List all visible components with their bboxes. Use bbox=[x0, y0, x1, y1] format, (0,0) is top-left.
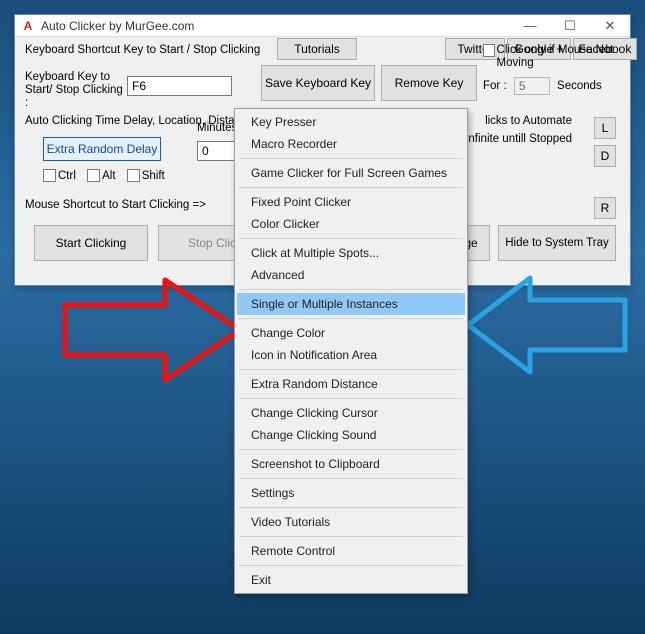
menu-separator bbox=[239, 507, 463, 508]
hide-to-tray-button[interactable]: Hide to System Tray bbox=[498, 225, 616, 261]
menu-separator bbox=[239, 238, 463, 239]
menu-item-video-tutorials[interactable]: Video Tutorials bbox=[237, 511, 465, 533]
for-label: For : bbox=[483, 80, 507, 92]
alt-label: Alt bbox=[102, 170, 115, 182]
red-arrow-annotation bbox=[55, 270, 245, 390]
menu-separator bbox=[239, 289, 463, 290]
app-icon: A bbox=[21, 19, 35, 33]
context-menu[interactable]: Key PresserMacro Recorder Game Clicker fo… bbox=[234, 108, 468, 594]
maximize-button[interactable]: ☐ bbox=[550, 15, 590, 36]
menu-item-single-or-multiple-instances[interactable]: Single or Multiple Instances bbox=[237, 293, 465, 315]
ctrl-label: Ctrl bbox=[58, 170, 76, 182]
menu-item-key-presser[interactable]: Key Presser bbox=[237, 111, 465, 133]
shortcut-key-input[interactable] bbox=[127, 76, 232, 96]
menu-item-fixed-point-clicker[interactable]: Fixed Point Clicker bbox=[237, 191, 465, 213]
titlebar: A Auto Clicker by MurGee.com — ☐ ✕ bbox=[15, 15, 630, 37]
menu-separator bbox=[239, 187, 463, 188]
window-controls: — ☐ ✕ bbox=[510, 15, 630, 36]
shift-checkbox[interactable] bbox=[127, 169, 140, 182]
menu-item-extra-random-distance[interactable]: Extra Random Distance bbox=[237, 373, 465, 395]
menu-separator bbox=[239, 398, 463, 399]
click-only-checkbox[interactable] bbox=[483, 44, 495, 57]
menu-separator bbox=[239, 158, 463, 159]
menu-item-remote-control[interactable]: Remote Control bbox=[237, 540, 465, 562]
shortcut-label: Keyboard Shortcut Key to Start / Stop Cl… bbox=[25, 44, 260, 56]
menu-item-exit[interactable]: Exit bbox=[237, 569, 465, 591]
menu-separator bbox=[239, 536, 463, 537]
r-button[interactable]: R bbox=[594, 197, 616, 219]
remove-key-button[interactable]: Remove Key bbox=[381, 65, 477, 101]
minimize-button[interactable]: — bbox=[510, 15, 550, 36]
alt-checkbox[interactable] bbox=[87, 169, 100, 182]
menu-item-change-clicking-sound[interactable]: Change Clicking Sound bbox=[237, 424, 465, 446]
menu-item-game-clicker-for-full-screen-games[interactable]: Game Clicker for Full Screen Games bbox=[237, 162, 465, 184]
start-clicking-button[interactable]: Start Clicking bbox=[34, 225, 148, 261]
minutes-label: Minutes bbox=[197, 122, 237, 134]
menu-item-screenshot-to-clipboard[interactable]: Screenshot to Clipboard bbox=[237, 453, 465, 475]
close-button[interactable]: ✕ bbox=[590, 15, 630, 36]
blue-arrow-annotation bbox=[460, 270, 630, 380]
shortcut-key-label: Keyboard Key to Start/ Stop Clicking : bbox=[25, 71, 125, 110]
menu-separator bbox=[239, 369, 463, 370]
modifier-row: Ctrl Alt Shift bbox=[43, 169, 173, 182]
tutorials-button[interactable]: Tutorials bbox=[277, 38, 357, 60]
clicks-automate-label: licks to Automate bbox=[485, 115, 572, 127]
menu-item-advanced[interactable]: Advanced bbox=[237, 264, 465, 286]
menu-item-click-at-multiple-spots[interactable]: Click at Multiple Spots... bbox=[237, 242, 465, 264]
menu-item-settings[interactable]: Settings bbox=[237, 482, 465, 504]
for-seconds-input[interactable] bbox=[514, 77, 550, 95]
menu-item-macro-recorder[interactable]: Macro Recorder bbox=[237, 133, 465, 155]
shift-label: Shift bbox=[142, 170, 165, 182]
menu-separator bbox=[239, 478, 463, 479]
d-button[interactable]: D bbox=[594, 145, 616, 167]
menu-separator bbox=[239, 449, 463, 450]
window-title: Auto Clicker by MurGee.com bbox=[41, 19, 510, 33]
menu-item-change-color[interactable]: Change Color bbox=[237, 322, 465, 344]
shortcut-section: Tutorials Twitter Google + Facebook Keyb… bbox=[21, 39, 624, 109]
l-button[interactable]: L bbox=[594, 117, 616, 139]
save-keyboard-key-button[interactable]: Save Keyboard Key bbox=[261, 65, 375, 101]
menu-separator bbox=[239, 318, 463, 319]
mouse-shortcut-label: Mouse Shortcut to Start Clicking => bbox=[25, 199, 206, 211]
menu-item-change-clicking-cursor[interactable]: Change Clicking Cursor bbox=[237, 402, 465, 424]
menu-item-icon-in-notification-area[interactable]: Icon in Notification Area bbox=[237, 344, 465, 366]
minutes-input[interactable] bbox=[197, 141, 237, 161]
menu-item-color-clicker[interactable]: Color Clicker bbox=[237, 213, 465, 235]
click-only-label: Click only if Mouse Not Moving bbox=[497, 44, 633, 70]
menu-separator bbox=[239, 565, 463, 566]
ctrl-checkbox[interactable] bbox=[43, 169, 56, 182]
seconds-label: Seconds bbox=[557, 80, 602, 92]
click-only-group: Click only if Mouse Not Moving For : Sec… bbox=[483, 44, 633, 104]
extra-random-delay-button[interactable]: Extra Random Delay bbox=[43, 137, 161, 161]
